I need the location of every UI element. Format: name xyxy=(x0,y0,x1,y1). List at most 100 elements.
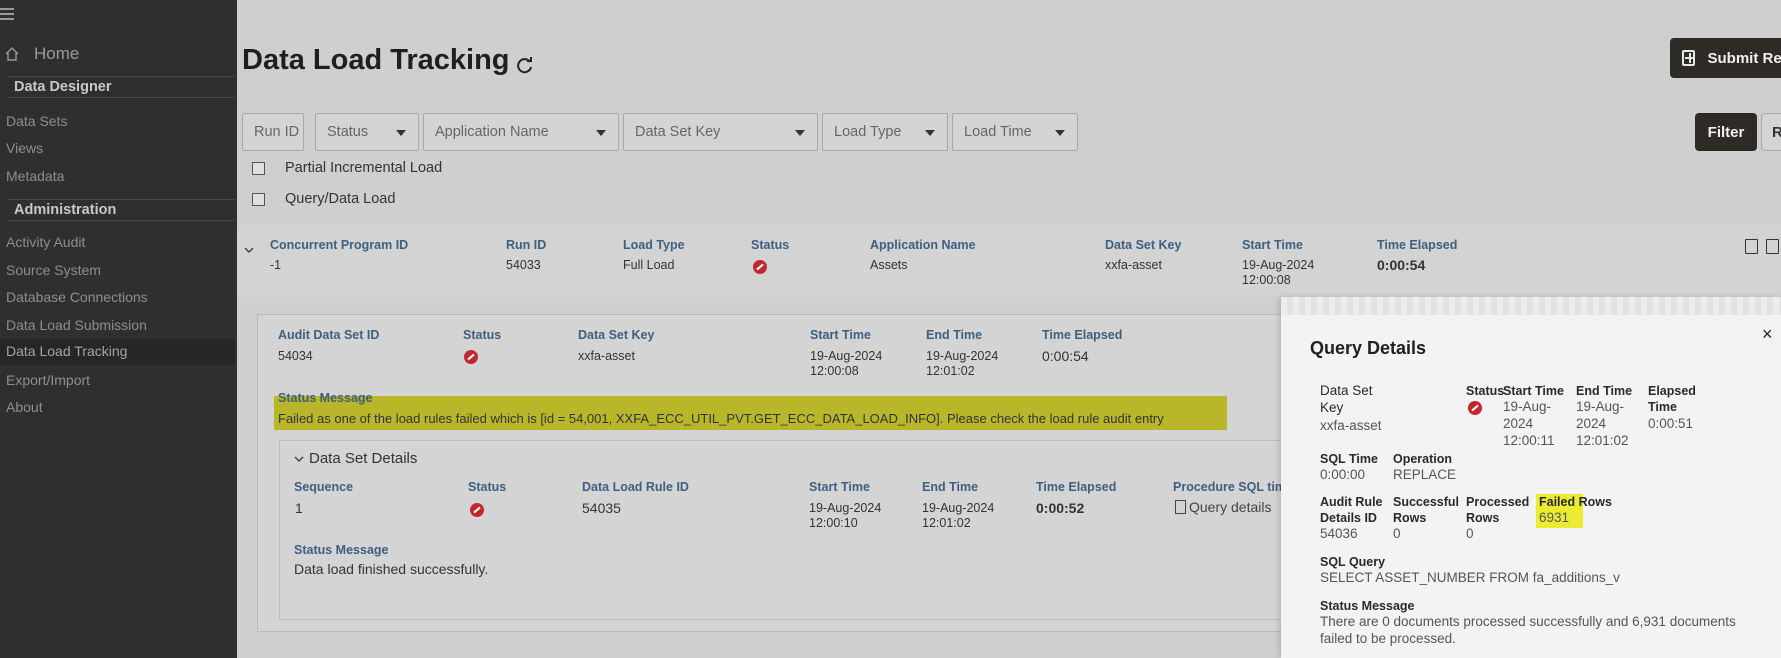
popup-operation-label: Operation xyxy=(1393,452,1453,466)
header-detail-start-time: Start Time xyxy=(809,480,870,494)
audit-data-set-key-value: xxfa-asset xyxy=(578,349,635,363)
audit-end-date: 19-Aug-2024 xyxy=(926,349,999,363)
header-detail-time-elapsed: Time Elapsed xyxy=(1036,480,1117,494)
status-select-label: Status xyxy=(327,124,369,140)
chevron-down-icon[interactable] xyxy=(244,245,254,255)
audit-status-message: Failed as one of the load rules failed w… xyxy=(278,411,1164,426)
popup-successful-label: Successful xyxy=(1393,495,1460,509)
popup-failed-label: Failed Rows xyxy=(1539,495,1612,509)
submit-request-button[interactable]: Submit Rec xyxy=(1670,38,1781,78)
refresh-icon[interactable] xyxy=(515,56,535,76)
load-type-select[interactable]: Load Type xyxy=(822,113,948,151)
popup-status-label: Status xyxy=(1466,384,1505,398)
hamburger-menu-icon[interactable] xyxy=(0,8,14,22)
load-time-select[interactable]: Load Time xyxy=(952,113,1078,151)
popup-processed-value: 0 xyxy=(1466,526,1474,541)
document-icon xyxy=(1175,500,1186,514)
program-id-value: -1 xyxy=(270,258,282,272)
dialog-drag-handle[interactable] xyxy=(1281,297,1781,315)
filter-button[interactable]: Filter xyxy=(1695,113,1757,151)
header-status: Status xyxy=(751,238,790,252)
detail-status-message-label: Status Message xyxy=(294,543,389,557)
sidebar-section-data-designer: Data Designer xyxy=(8,76,235,98)
query-data-load-checkbox-row[interactable]: Query/Data Load xyxy=(252,191,395,207)
load-type-label: Load Type xyxy=(834,124,902,140)
chevron-down-icon xyxy=(925,130,935,136)
application-name-select[interactable]: Application Name xyxy=(423,113,619,151)
sidebar: Home Data Designer Data Sets Views Metad… xyxy=(0,0,237,658)
header-detail-end-time: End Time xyxy=(922,480,979,494)
header-detail-status: Status xyxy=(468,480,507,494)
partial-incremental-checkbox-row[interactable]: Partial Incremental Load xyxy=(252,160,442,176)
error-status-icon xyxy=(470,503,484,517)
header-start-time: Start Time xyxy=(1242,238,1303,252)
sidebar-item-data-sets[interactable]: Data Sets xyxy=(6,113,67,129)
query-details-label: Query details xyxy=(1189,499,1272,515)
header-run-id: Run ID xyxy=(506,238,547,252)
application-name-label: Application Name xyxy=(435,124,549,140)
data-set-key-label: Data Set Key xyxy=(635,124,721,140)
sequence-value: 1 xyxy=(295,500,303,516)
sidebar-item-data-load-submission[interactable]: Data Load Submission xyxy=(6,317,147,333)
header-audit-data-set-id: Audit Data Set ID xyxy=(278,328,380,342)
run-id-input[interactable]: Run ID xyxy=(242,113,304,151)
close-icon[interactable]: × xyxy=(1762,324,1773,345)
detail-end-date: 19-Aug-2024 xyxy=(922,501,995,515)
sidebar-home[interactable]: Home xyxy=(4,44,79,64)
popup-end-date: 19-Aug- xyxy=(1576,399,1625,414)
document-icon[interactable] xyxy=(1745,239,1758,254)
dialog-title: Query Details xyxy=(1310,338,1427,358)
popup-end-label: End Time xyxy=(1576,384,1633,398)
sidebar-home-label: Home xyxy=(34,44,80,63)
error-status-icon xyxy=(753,260,767,274)
header-procedure-sql-time: Procedure SQL tim xyxy=(1173,480,1286,494)
home-icon xyxy=(5,47,19,61)
sidebar-item-metadata[interactable]: Metadata xyxy=(6,168,64,184)
header-audit-time-elapsed: Time Elapsed xyxy=(1042,328,1123,342)
popup-audit-rule-value: 54036 xyxy=(1320,526,1358,541)
popup-start-year: 2024 xyxy=(1503,416,1534,431)
sidebar-item-activity-audit[interactable]: Activity Audit xyxy=(6,234,85,250)
header-sequence: Sequence xyxy=(294,480,354,494)
reset-button[interactable]: R xyxy=(1761,113,1781,151)
sidebar-item-export-import[interactable]: Export/Import xyxy=(6,372,90,388)
data-set-details-toggle[interactable]: Data Set Details xyxy=(294,450,417,467)
popup-data-set-key-value: xxfa-asset xyxy=(1320,418,1382,433)
popup-elapsed-value: 0:00:51 xyxy=(1648,416,1694,431)
header-audit-status: Status xyxy=(463,328,502,342)
chevron-down-icon xyxy=(596,130,606,136)
sidebar-item-data-load-tracking[interactable]: Data Load Tracking xyxy=(0,339,235,365)
audit-status-message-label: Status Message xyxy=(278,391,373,405)
error-status-icon xyxy=(464,350,478,364)
data-set-details-title: Data Set Details xyxy=(309,450,418,467)
popup-sql-time-value: 0:00:00 xyxy=(1320,467,1366,482)
data-set-key-select[interactable]: Data Set Key xyxy=(623,113,818,151)
popup-processed-label-2: Rows xyxy=(1466,511,1500,525)
sidebar-item-source-system[interactable]: Source System xyxy=(6,262,101,278)
sidebar-item-about[interactable]: About xyxy=(6,399,43,415)
sidebar-section-administration: Administration xyxy=(8,199,235,221)
chevron-down-icon xyxy=(396,130,406,136)
query-data-load-checkbox[interactable] xyxy=(252,192,265,206)
popup-data-set-key-label-2: Key xyxy=(1320,400,1344,415)
popup-audit-rule-label: Audit Rule xyxy=(1320,495,1383,509)
chevron-down-icon xyxy=(795,130,805,136)
status-select[interactable]: Status xyxy=(315,113,419,151)
detail-start-clock: 12:00:10 xyxy=(809,516,858,530)
partial-incremental-checkbox[interactable] xyxy=(252,161,265,175)
popup-status-message-label: Status Message xyxy=(1320,599,1415,613)
time-elapsed-value: 0:00:54 xyxy=(1377,257,1426,273)
document-edit-icon[interactable] xyxy=(1766,239,1779,254)
popup-sql-query-value: SELECT ASSET_NUMBER FROM fa_additions_v xyxy=(1320,570,1620,585)
popup-elapsed-label: Elapsed xyxy=(1648,384,1696,398)
popup-start-date: 19-Aug- xyxy=(1503,399,1552,414)
popup-status-message-line-2: failed to be processed. xyxy=(1320,631,1456,646)
popup-processed-label: Processed xyxy=(1466,495,1530,509)
chevron-down-icon xyxy=(1055,130,1065,136)
audit-elapsed-value: 0:00:54 xyxy=(1042,348,1089,364)
query-details-link[interactable]: Query details xyxy=(1175,499,1271,515)
sidebar-item-database-connections[interactable]: Database Connections xyxy=(6,289,148,305)
sidebar-item-views[interactable]: Views xyxy=(6,140,43,156)
load-summary-row[interactable]: Concurrent Program ID Run ID Load Type S… xyxy=(237,225,1781,297)
start-time-clock: 12:00:08 xyxy=(1242,273,1291,287)
